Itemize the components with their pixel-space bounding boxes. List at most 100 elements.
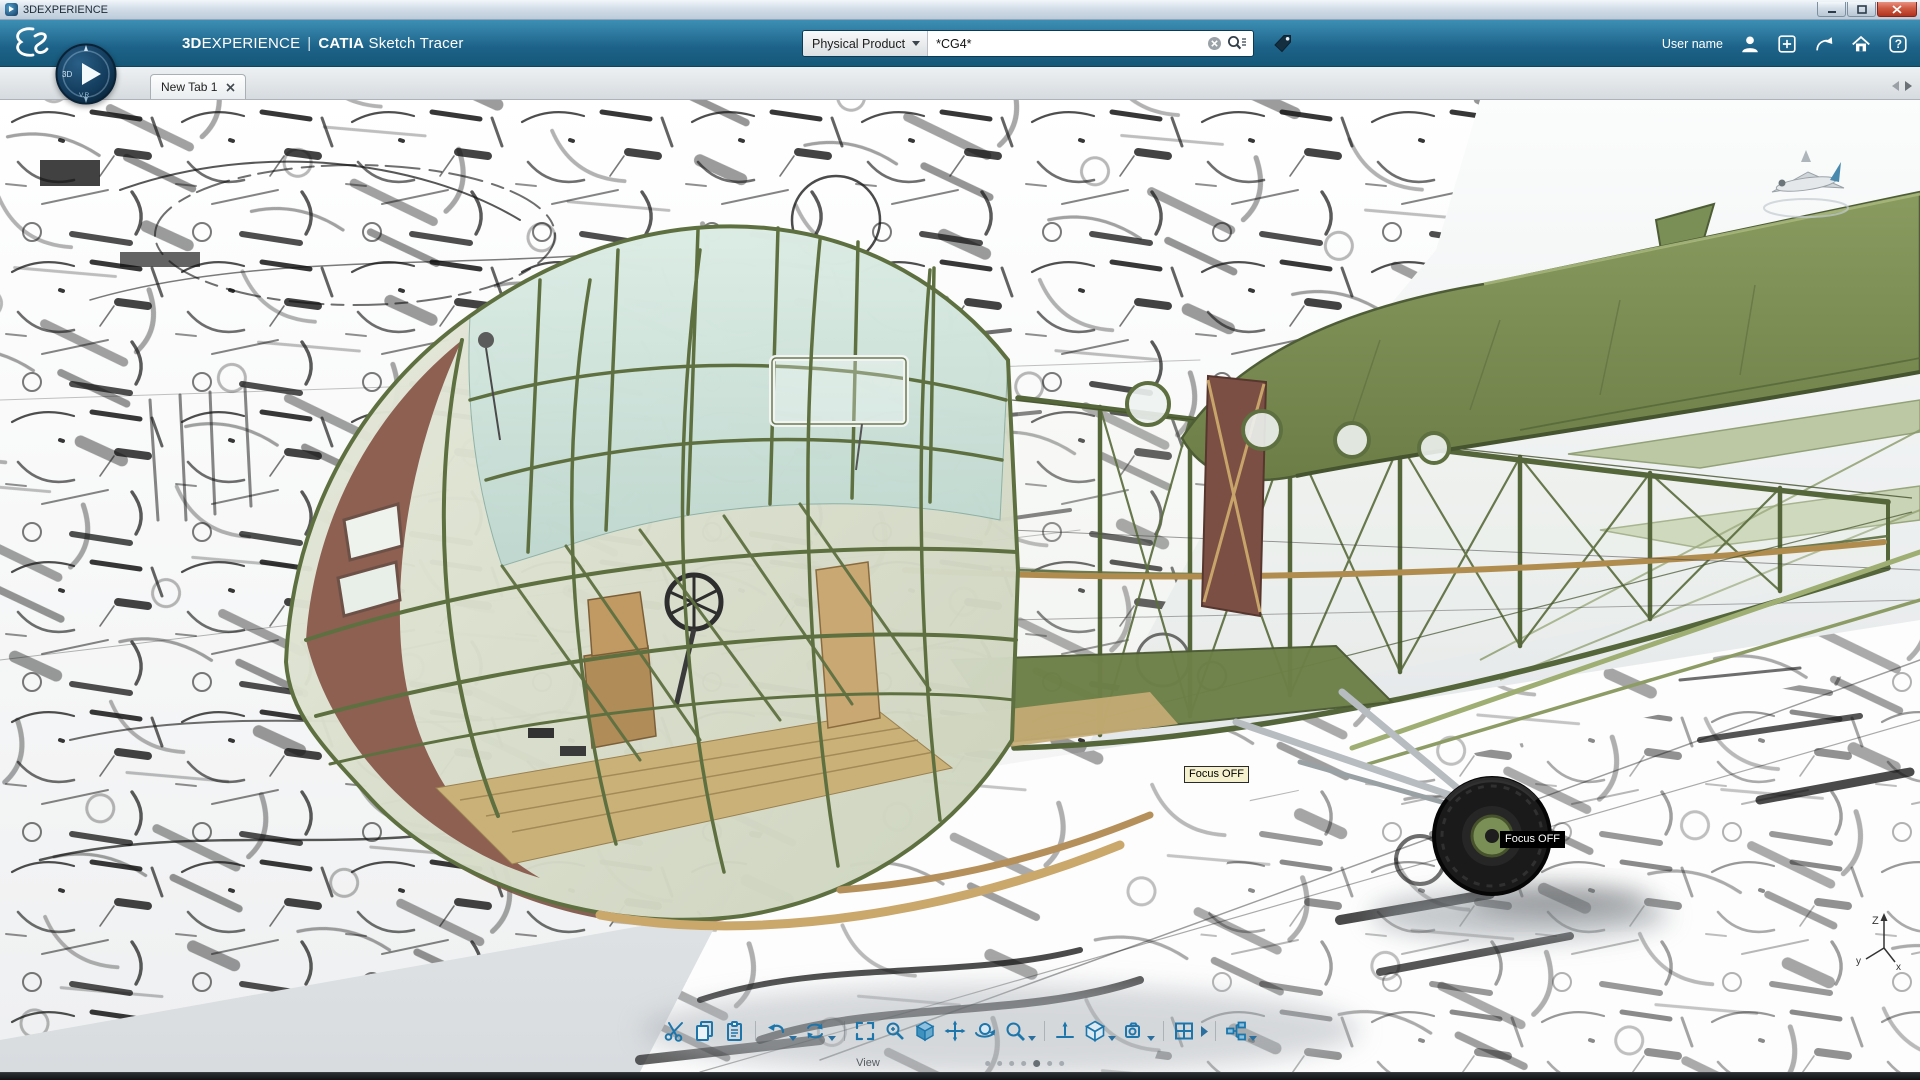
scene-3d[interactable]: Z y x <box>0 100 1920 1072</box>
dassault-systemes-logo <box>8 23 50 63</box>
application-window: 3DEXPERIENCE <box>0 0 1920 1080</box>
share-button[interactable] <box>1812 32 1836 56</box>
close-icon <box>1892 5 1902 14</box>
search-scope-dropdown[interactable]: Physical Product <box>803 31 928 56</box>
brand-divider: | <box>307 35 311 52</box>
user-profile-button[interactable] <box>1738 32 1762 56</box>
tab-close-icon[interactable] <box>226 83 235 92</box>
pan-icon <box>943 1019 967 1043</box>
brand-title: 3DEXPERIENCE|CATIA Sketch Tracer <box>182 35 464 52</box>
chevron-right-icon <box>1201 1026 1208 1037</box>
tab-new-tab-1[interactable]: New Tab 1 <box>150 74 246 99</box>
dropdown-caret[interactable] <box>1147 1036 1155 1041</box>
undo-icon <box>764 1019 788 1043</box>
brand-app-name: Sketch Tracer <box>368 35 463 52</box>
viewport-3d[interactable]: Z y x Focus OFF Focus OFF <box>0 100 1920 1072</box>
search-options-icon[interactable] <box>1227 35 1247 52</box>
help-icon: ? <box>1887 33 1909 55</box>
tab-scroll-right-icon[interactable] <box>1905 81 1912 91</box>
view-pager-dot[interactable] <box>1059 1061 1064 1066</box>
dropdown-caret[interactable] <box>789 1036 797 1041</box>
toolbar-expand-arrow[interactable] <box>1201 1026 1208 1037</box>
toolbar-separator <box>1215 1021 1216 1041</box>
user-name-label: User name <box>1662 37 1723 51</box>
compass-west-label: 3D <box>62 70 72 79</box>
split-view-icon <box>1172 1019 1196 1043</box>
zoom-area-button[interactable] <box>880 1016 910 1046</box>
iso-view-cube-icon <box>913 1019 937 1043</box>
fit-all-icon <box>853 1019 877 1043</box>
close-button[interactable] <box>1877 2 1917 17</box>
copy-icon <box>693 1019 717 1043</box>
view-compass[interactable] <box>1764 150 1848 217</box>
update-icon <box>803 1019 827 1043</box>
svg-text:?: ? <box>1895 37 1902 51</box>
maximize-icon <box>1857 5 1867 14</box>
zoom-icon <box>1003 1019 1027 1043</box>
app-header: 3D V.R 3DEXPERIENCE|CATIA Sketch Tracer … <box>0 20 1920 67</box>
tab-label: New Tab 1 <box>161 80 217 94</box>
compass-south-label: V.R <box>79 92 90 99</box>
search-scope-label: Physical Product <box>812 37 905 51</box>
minimize-button[interactable] <box>1817 2 1846 17</box>
view-pager-dot[interactable] <box>1009 1061 1014 1066</box>
view-cube-button[interactable] <box>1080 1016 1110 1046</box>
tags-icon[interactable] <box>1272 32 1294 54</box>
capture-icon <box>1122 1019 1146 1043</box>
share-arrow-icon <box>1813 33 1835 55</box>
view-pager-dot[interactable] <box>1047 1061 1052 1066</box>
compass-menu-button[interactable]: 3D V.R <box>54 42 118 106</box>
view-pager-dot[interactable] <box>1021 1061 1026 1066</box>
view-pager-dot[interactable] <box>985 1061 990 1066</box>
chevron-down-icon <box>912 41 920 46</box>
dropdown-caret[interactable] <box>1028 1036 1036 1041</box>
toolbar-separator <box>755 1021 756 1041</box>
clear-search-icon[interactable] <box>1207 36 1222 51</box>
normal-view-button[interactable] <box>1050 1016 1080 1046</box>
global-search: Physical Product <box>802 30 1254 57</box>
cut-button[interactable] <box>660 1016 690 1046</box>
axis-x-label: x <box>1896 962 1901 973</box>
view-toolbar <box>660 1016 1260 1046</box>
view-pager-dot-active[interactable] <box>1033 1060 1040 1067</box>
search-input[interactable] <box>928 31 1207 56</box>
home-button[interactable] <box>1849 32 1873 56</box>
tab-scroll-left-icon[interactable] <box>1892 81 1899 91</box>
window-titlebar[interactable]: 3DEXPERIENCE <box>0 0 1920 20</box>
bottom-status-strip <box>0 1072 1920 1080</box>
iso-view-button[interactable] <box>910 1016 940 1046</box>
window-title: 3DEXPERIENCE <box>23 4 108 16</box>
capture-button[interactable] <box>1119 1016 1149 1046</box>
split-view-button[interactable] <box>1169 1016 1199 1046</box>
focus-off-badge-2[interactable]: Focus OFF <box>1500 831 1565 848</box>
dropdown-caret[interactable] <box>1249 1036 1257 1041</box>
copy-button[interactable] <box>690 1016 720 1046</box>
maximize-button[interactable] <box>1847 2 1876 17</box>
paste-button[interactable] <box>720 1016 750 1046</box>
fit-all-button[interactable] <box>850 1016 880 1046</box>
rotate-icon <box>973 1019 997 1043</box>
dropdown-caret[interactable] <box>1108 1036 1116 1041</box>
axis-z-label: Z <box>1872 915 1879 927</box>
plus-icon <box>1776 33 1798 55</box>
toolbar-separator <box>1044 1021 1045 1041</box>
dropdown-caret[interactable] <box>828 1036 836 1041</box>
zoom-button[interactable] <box>1000 1016 1030 1046</box>
tree-icon <box>1224 1019 1248 1043</box>
brand-3d: 3D <box>182 35 202 52</box>
pan-button[interactable] <box>940 1016 970 1046</box>
view-label: View <box>856 1057 880 1069</box>
minimize-icon <box>1827 5 1837 14</box>
tree-button[interactable] <box>1221 1016 1251 1046</box>
undo-button[interactable] <box>761 1016 791 1046</box>
view-pager: View <box>856 1057 1064 1069</box>
view-pager-dot[interactable] <box>997 1061 1002 1066</box>
help-button[interactable]: ? <box>1886 32 1910 56</box>
add-content-button[interactable] <box>1775 32 1799 56</box>
paste-icon <box>723 1019 747 1043</box>
cut-icon <box>663 1019 687 1043</box>
focus-off-badge-1[interactable]: Focus OFF <box>1184 766 1249 783</box>
update-button[interactable] <box>800 1016 830 1046</box>
toolbar-separator <box>844 1021 845 1041</box>
rotate-button[interactable] <box>970 1016 1000 1046</box>
